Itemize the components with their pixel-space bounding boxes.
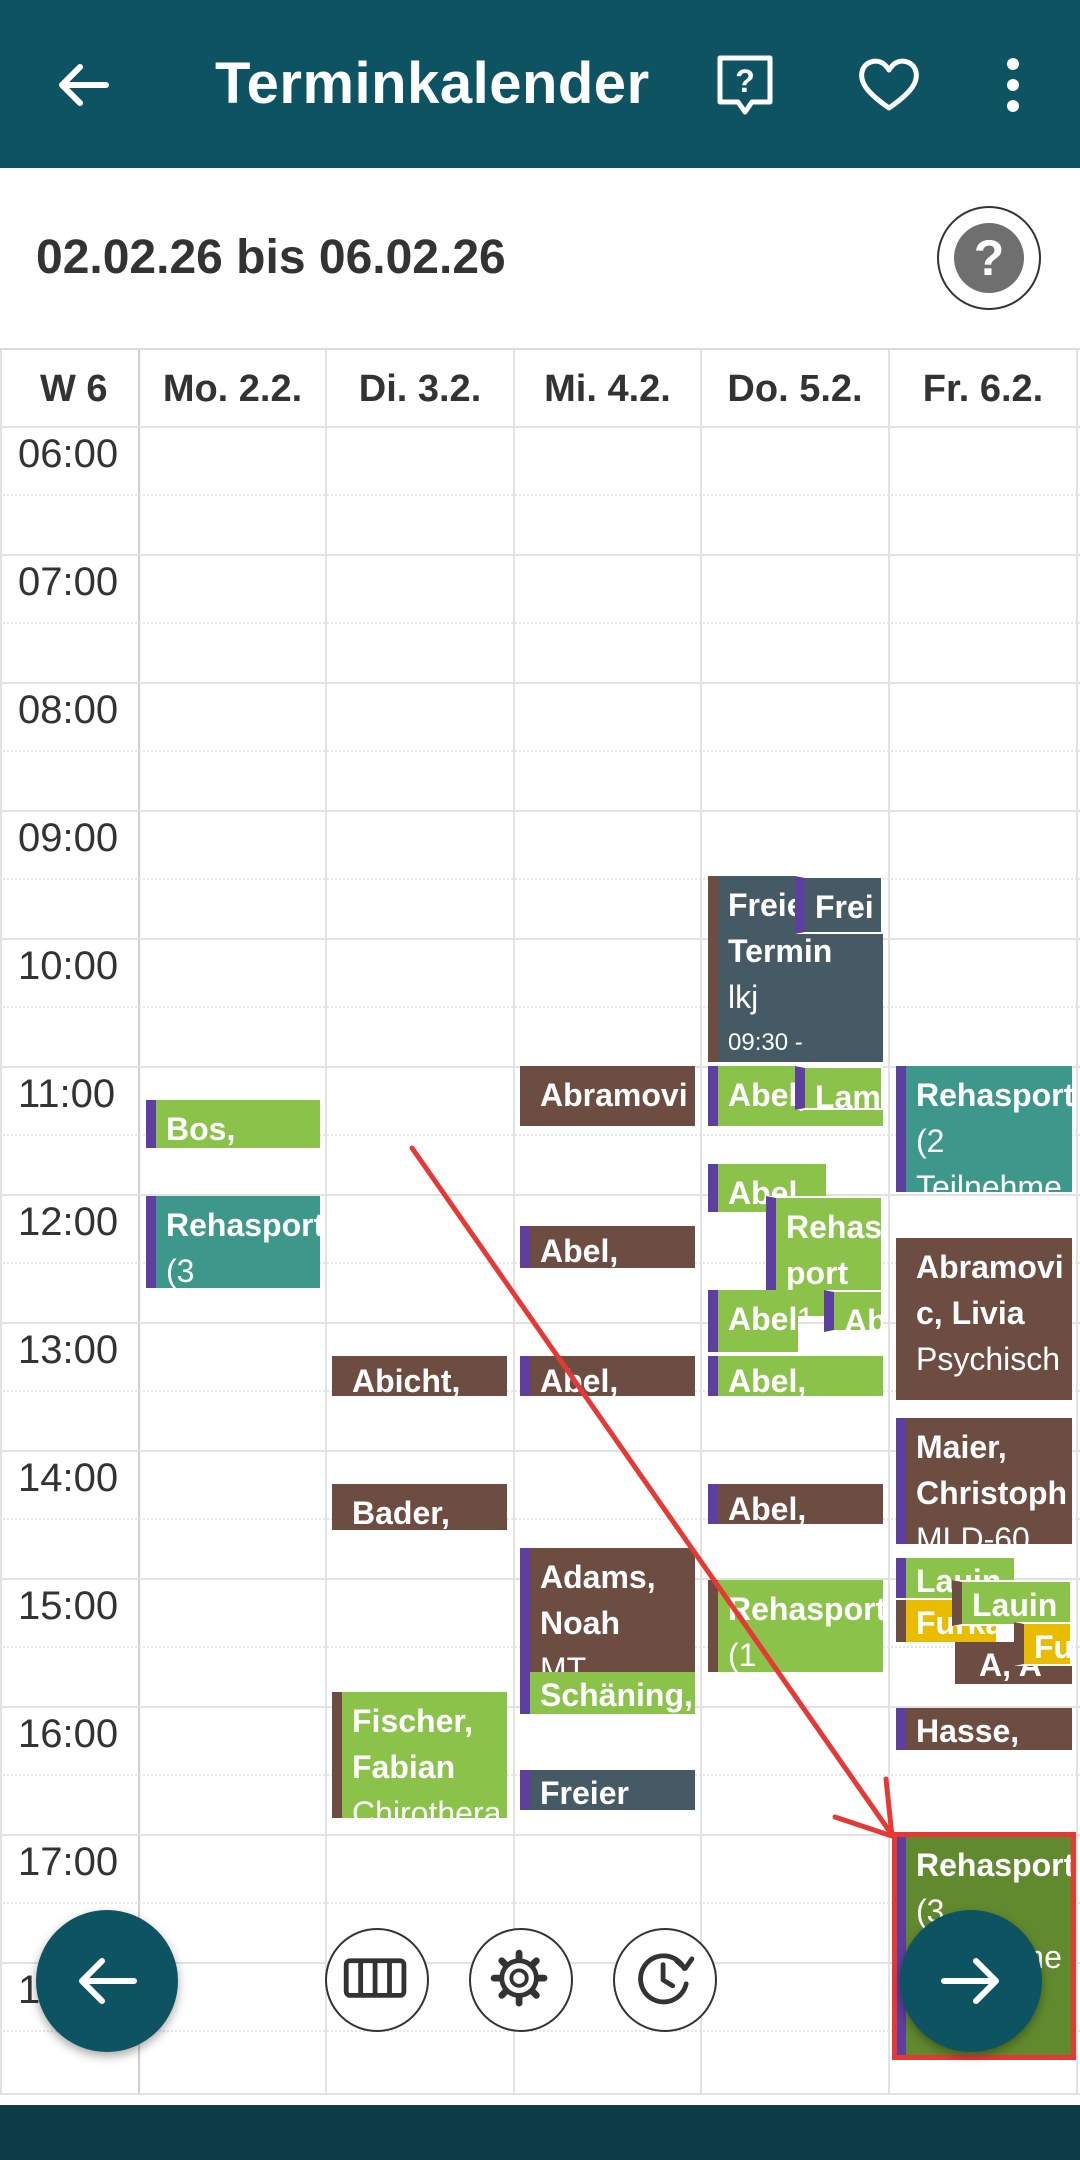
hour-label: 12:00 bbox=[18, 1200, 119, 1244]
appointment-block[interactable]: Abel, bbox=[520, 1226, 695, 1268]
appointment-block[interactable]: Abel, bbox=[520, 1356, 695, 1396]
hour-label: 08:00 bbox=[18, 688, 119, 732]
appointment-block[interactable]: Bos, bbox=[146, 1100, 320, 1148]
day-header-mi[interactable]: Mi. 4.2. bbox=[515, 352, 700, 426]
appointment-block[interactable]: Abel, bbox=[708, 1356, 883, 1396]
more-vert-icon[interactable] bbox=[980, 52, 1046, 118]
appointment-block[interactable]: Bader, bbox=[332, 1484, 507, 1530]
hour-label: 16:00 bbox=[18, 1712, 119, 1756]
hour-label: 15:00 bbox=[18, 1584, 119, 1628]
week-calendar-grid: W 6 Mo. 2.2. Di. 3.2. Mi. 4.2. Do. 5.2. … bbox=[0, 348, 1080, 2095]
hour-label: 11:00 bbox=[18, 1072, 116, 1116]
appointment-block[interactable]: Rehasport (1 bbox=[708, 1580, 883, 1672]
heart-icon[interactable] bbox=[856, 52, 922, 118]
hour-label: 06:00 bbox=[18, 432, 119, 476]
columns-view-button[interactable] bbox=[325, 1928, 429, 2032]
date-range-header: 02.02.26 bis 06.02.26 ? bbox=[0, 168, 1080, 348]
next-week-button[interactable] bbox=[900, 1910, 1042, 2052]
appointment-block[interactable]: Maier, Christoph MLD-60 bbox=[896, 1418, 1072, 1544]
hour-label: 09:00 bbox=[18, 816, 119, 860]
day-header-di[interactable]: Di. 3.2. bbox=[327, 352, 513, 426]
appointment-block[interactable]: Abramovi c, Livia Psychisch bbox=[896, 1238, 1072, 1400]
day-header-do[interactable]: Do. 5.2. bbox=[702, 352, 888, 426]
appointment-block[interactable]: Freier bbox=[520, 1770, 695, 1810]
appointment-block[interactable]: Hasse, bbox=[896, 1708, 1072, 1750]
help-bubble-icon[interactable]: ? bbox=[712, 52, 778, 118]
columns-icon bbox=[343, 1958, 407, 1998]
appointment-block[interactable]: Lauin bbox=[952, 1580, 1072, 1626]
system-nav-bar bbox=[0, 2105, 1080, 2160]
day-header-fr[interactable]: Fr. 6.2. bbox=[890, 352, 1076, 426]
help-button[interactable]: ? bbox=[937, 206, 1041, 310]
back-arrow-icon[interactable] bbox=[50, 52, 116, 118]
hour-label: 13:00 bbox=[18, 1328, 119, 1372]
appointment-block[interactable]: Schäning, bbox=[520, 1672, 695, 1714]
app-bar: Terminkalender ? bbox=[0, 0, 1080, 168]
appointment-block[interactable]: Fischer, Fabian Chirothera bbox=[332, 1692, 507, 1818]
hour-label: 14:00 bbox=[18, 1456, 119, 1500]
appointment-block[interactable]: Abel, bbox=[708, 1290, 798, 1352]
day-header-mo[interactable]: Mo. 2.2. bbox=[140, 352, 325, 426]
svg-text:?: ? bbox=[735, 63, 755, 99]
next-week-icon bbox=[941, 1958, 999, 2004]
appointment-block[interactable]: Adams, Noah MT bbox=[520, 1548, 695, 1672]
appointment-block[interactable]: Fu bbox=[1014, 1622, 1072, 1666]
page-title: Terminkalender bbox=[215, 51, 650, 116]
appointment-block[interactable]: Abramovi c, L bbox=[520, 1066, 695, 1126]
hour-label: 10:00 bbox=[18, 944, 119, 988]
settings-gear-icon bbox=[490, 1949, 548, 2007]
date-range-label: 02.02.26 bis 06.02.26 bbox=[36, 231, 506, 284]
appointment-block[interactable]: Ab bbox=[824, 1290, 883, 1332]
settings-button[interactable] bbox=[469, 1928, 573, 2032]
prev-week-icon bbox=[79, 1958, 137, 2004]
prev-week-button[interactable] bbox=[36, 1910, 178, 2052]
history-clock-icon bbox=[638, 1953, 695, 2005]
appointment-block[interactable]: Frei bbox=[795, 876, 883, 934]
week-number: W 6 bbox=[40, 368, 108, 410]
appointment-block[interactable]: Rehasport (2 Teilnehme bbox=[896, 1066, 1072, 1192]
hour-label: 17:00 bbox=[18, 1840, 119, 1884]
appointment-block[interactable]: Lam bbox=[795, 1066, 883, 1110]
appointment-block[interactable]: Abicht, bbox=[332, 1356, 507, 1396]
question-icon: ? bbox=[954, 223, 1024, 293]
history-button[interactable] bbox=[613, 1928, 717, 2032]
hour-label: 07:00 bbox=[18, 560, 119, 604]
appointment-block[interactable]: Rehasport (3 bbox=[146, 1196, 320, 1288]
appointment-block[interactable]: Abel, bbox=[708, 1484, 883, 1524]
